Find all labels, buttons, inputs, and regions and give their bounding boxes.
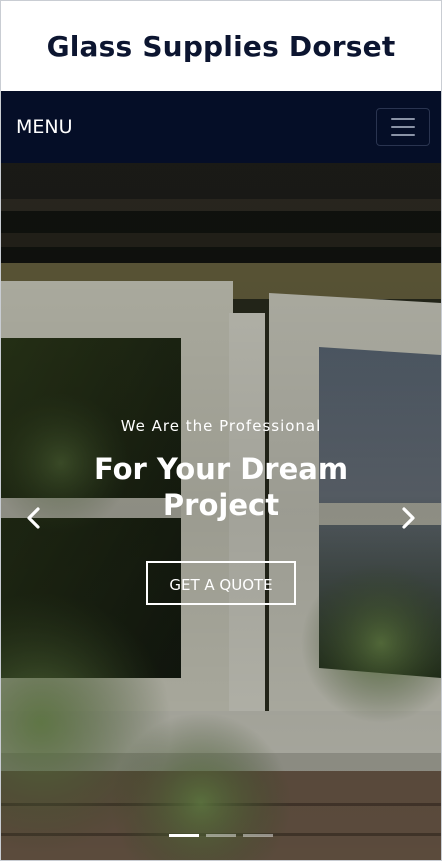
hamburger-icon: [391, 118, 415, 120]
hero-kicker: We Are the Professional: [120, 417, 322, 435]
hero-carousel: We Are the Professional For Your Dream P…: [1, 163, 441, 860]
navbar: MENU: [1, 91, 441, 163]
carousel-indicator-1[interactable]: [169, 834, 199, 837]
site-title[interactable]: Glass Supplies Dorset: [47, 30, 396, 63]
page-frame: Glass Supplies Dorset MENU We Are the Pr…: [0, 0, 442, 861]
get-a-quote-button[interactable]: GET A QUOTE: [146, 561, 296, 605]
hamburger-icon-bar: [391, 126, 415, 128]
carousel-indicators: [1, 834, 441, 837]
hero-headline: For Your Dream Project: [93, 452, 349, 522]
menu-label: MENU: [16, 116, 73, 138]
hamburger-icon-bar: [391, 134, 415, 136]
carousel-indicator-3[interactable]: [243, 834, 273, 837]
carousel-indicator-2[interactable]: [206, 834, 236, 837]
site-header: Glass Supplies Dorset: [1, 1, 441, 91]
hero-caption: We Are the Professional For Your Dream P…: [1, 417, 441, 605]
menu-toggle-button[interactable]: [376, 108, 430, 146]
